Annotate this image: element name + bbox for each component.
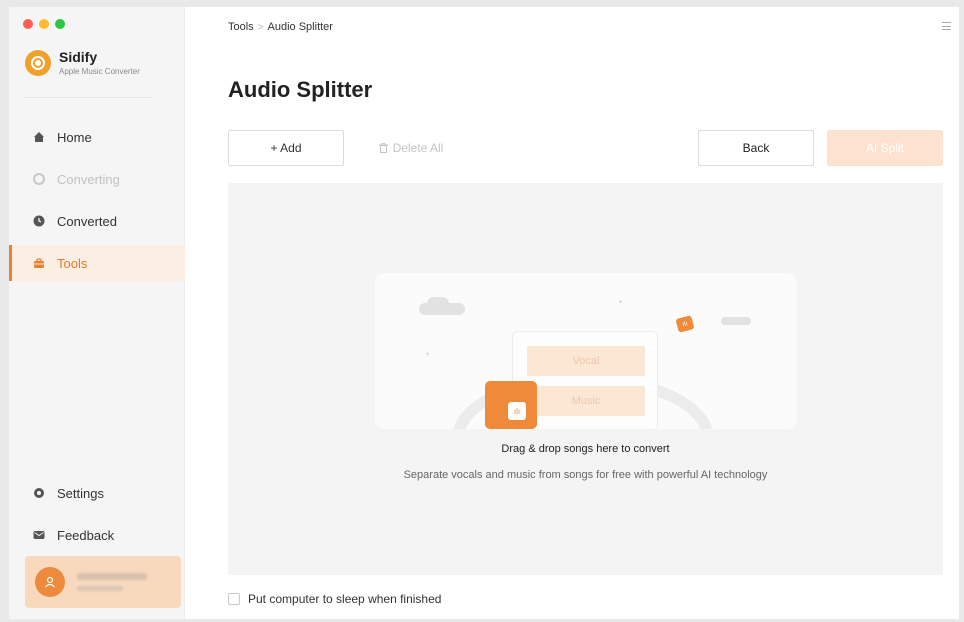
sidebar-item-feedback[interactable]: Feedback <box>9 517 185 553</box>
app-window: Sidify Apple Music Converter Home Conver… <box>9 7 959 619</box>
toolbox-icon <box>34 258 44 268</box>
vocal-pill: Vocal <box>527 346 645 376</box>
home-icon <box>34 132 44 142</box>
drop-zone[interactable]: • + Vocal Music ılı ılı Drag & drop song… <box>228 183 943 575</box>
waveform-icon: ılı <box>508 402 526 420</box>
brand-subtitle: Apple Music Converter <box>59 67 140 76</box>
sidebar-item-label: Converting <box>57 171 120 187</box>
sidebar-bottom: Settings Feedback <box>9 475 185 559</box>
cloud-icon <box>721 317 751 325</box>
converting-icon <box>33 173 45 185</box>
sidebar-item-home[interactable]: Home <box>9 119 185 155</box>
ai-split-button[interactable]: AI Split <box>827 130 943 166</box>
sidebar-item-label: Home <box>57 129 92 145</box>
window-controls <box>23 19 65 29</box>
sidebar-nav: Home Converting Converted Tools <box>9 119 185 287</box>
avatar <box>35 567 65 597</box>
main-panel: Tools > Audio Splitter Audio Splitter + Ad… <box>186 7 959 619</box>
brand-name: Sidify <box>59 49 98 65</box>
user-icon <box>45 576 55 588</box>
clock-icon <box>33 215 45 227</box>
cloud-icon <box>427 297 449 311</box>
sleep-option[interactable]: Put computer to sleep when finished <box>228 592 441 606</box>
audio-badge-icon: ılı <box>675 315 695 333</box>
drop-illustration: • + Vocal Music ılı ılı <box>375 273 797 429</box>
sidebar-item-tools[interactable]: Tools <box>9 245 185 281</box>
sidebar-item-settings[interactable]: Settings <box>9 475 185 511</box>
sparkle-icon: + <box>425 349 431 359</box>
sidebar-item-converting[interactable]: Converting <box>9 161 185 197</box>
music-pill: Music <box>527 386 645 416</box>
page-title: Audio Splitter <box>228 77 373 102</box>
sidebar-item-converted[interactable]: Converted <box>9 203 185 239</box>
sidebar-item-label: Converted <box>57 213 117 229</box>
breadcrumb: Tools > Audio Splitter <box>228 21 333 33</box>
sidify-logo-icon <box>25 49 51 76</box>
add-button[interactable]: + Add <box>228 130 344 166</box>
sidebar-item-label: Tools <box>57 255 88 271</box>
minimize-window-button[interactable] <box>39 19 49 29</box>
breadcrumb-tools[interactable]: Tools <box>228 21 254 33</box>
delete-all-button[interactable]: Delete All <box>374 130 448 166</box>
sidebar: Sidify Apple Music Converter Home Conver… <box>9 7 185 619</box>
breadcrumb-current: Audio Splitter <box>267 21 333 33</box>
breadcrumb-separator: > <box>257 22 264 33</box>
audio-file-icon: ılı <box>485 381 537 429</box>
trash-icon <box>378 143 388 153</box>
sidebar-item-label: Feedback <box>57 527 115 543</box>
sleep-label: Put computer to sleep when finished <box>248 592 442 606</box>
user-info-redacted <box>77 573 147 591</box>
brand-divider <box>25 97 153 98</box>
back-button[interactable]: Back <box>698 130 814 166</box>
sparkle-icon: • <box>619 297 623 307</box>
menu-icon[interactable] <box>942 22 951 30</box>
user-account-card[interactable] <box>25 556 181 608</box>
sidebar-item-label: Settings <box>57 485 104 501</box>
zoom-window-button[interactable] <box>55 19 65 29</box>
drop-subtitle: Separate vocals and music from songs for… <box>403 469 768 481</box>
drop-title: Drag & drop songs here to convert <box>501 443 670 455</box>
sleep-checkbox[interactable] <box>228 593 240 605</box>
delete-all-label: Delete All <box>392 141 444 155</box>
gear-icon <box>34 488 44 498</box>
close-window-button[interactable] <box>23 19 33 29</box>
mail-icon <box>33 531 45 539</box>
brand: Sidify Apple Music Converter <box>25 49 140 76</box>
